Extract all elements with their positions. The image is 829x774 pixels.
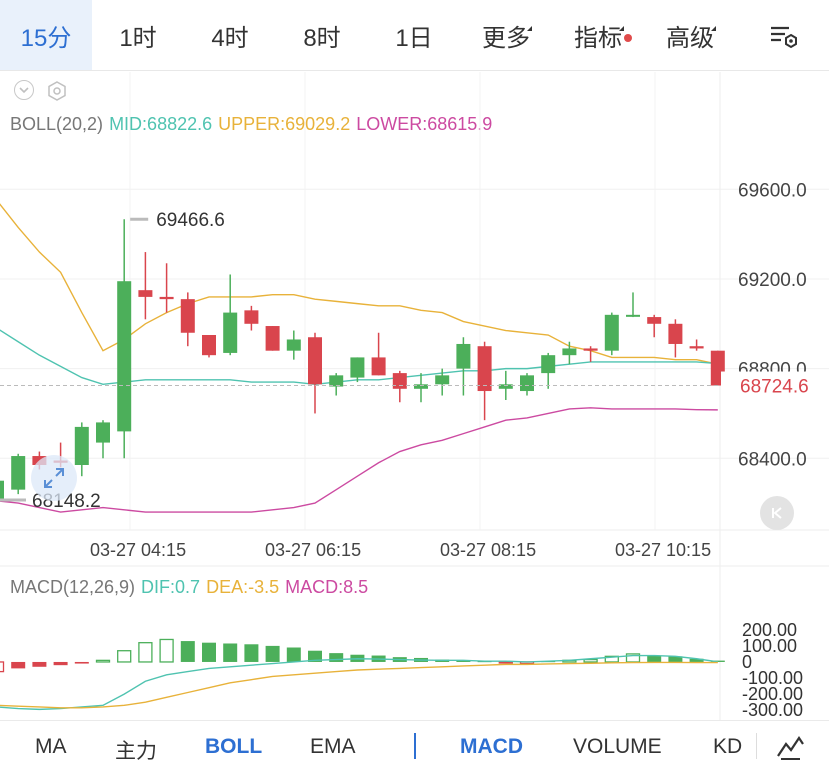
macd-histogram-bar [286, 647, 301, 662]
candle-body [477, 346, 492, 392]
candle-body [604, 314, 619, 351]
macd-tick-label: -300.00 [742, 700, 803, 720]
price-tick-label: 69200.0 [738, 270, 807, 291]
candle-body [350, 357, 365, 378]
macd-histogram-bar [117, 650, 132, 663]
macd-histogram-bar [498, 661, 513, 664]
macd-histogram-bar [159, 638, 174, 663]
candle-body [371, 357, 386, 376]
macd-histogram-bar [95, 659, 111, 663]
candle-body [541, 355, 556, 374]
time-tick-label: 03-27 04:15 [90, 540, 186, 560]
candle-body [329, 375, 344, 387]
tab-main-force[interactable]: 主力 [115, 735, 157, 765]
tab-divider [414, 733, 416, 759]
macd-histogram-bar [329, 653, 344, 662]
current-price-label: 68724.6 [740, 377, 809, 398]
candle-body [456, 343, 471, 369]
tab-volume[interactable]: VOLUME [573, 735, 662, 759]
candle-body [223, 312, 238, 353]
candle-body [159, 296, 174, 300]
tab-divider-right [756, 733, 757, 759]
candle-body [96, 422, 110, 443]
macd-histogram-bar [223, 643, 238, 662]
candle-body [286, 339, 301, 351]
dea-line [0, 661, 718, 709]
high-price-label: 69466.6 [156, 210, 225, 231]
candle-body [668, 323, 683, 344]
tab-ma[interactable]: MA [35, 735, 67, 759]
time-tick-label: 03-27 06:15 [265, 540, 361, 560]
candle-body [0, 480, 4, 501]
macd-histogram-bar [53, 661, 68, 666]
candle-body [202, 335, 216, 356]
macd-histogram-bar [180, 641, 195, 662]
macd-histogram-bar [74, 661, 89, 664]
rewind-icon [772, 507, 782, 519]
fullscreen-button[interactable] [31, 455, 77, 501]
dif-line [0, 654, 718, 711]
candle-body [308, 337, 322, 385]
candle-body [265, 326, 280, 351]
candle-body [435, 375, 450, 385]
candle-body [562, 348, 577, 356]
expand-icon [44, 468, 64, 488]
macd-histogram-bar [583, 658, 598, 663]
macd-histogram-bar [138, 642, 153, 663]
candle-body [414, 384, 428, 389]
candle-body [520, 375, 534, 392]
scroll-to-start-button[interactable] [760, 496, 794, 530]
kline-chart[interactable]: 69600.069200.068800.068400.068724.669466… [0, 0, 829, 720]
candle-body [11, 456, 26, 490]
time-tick-label: 03-27 10:15 [615, 540, 711, 560]
candle-body [74, 426, 89, 465]
macd-histogram-bar [32, 661, 47, 667]
candle-body [138, 290, 153, 297]
time-tick-label: 03-27 08:15 [440, 540, 536, 560]
candle-body [117, 281, 132, 432]
candle-body [689, 346, 704, 349]
tab-kd[interactable]: KD [713, 735, 742, 759]
chart-style-icon[interactable] [776, 733, 804, 767]
tab-ema[interactable]: EMA [310, 735, 356, 759]
candle-body [244, 310, 259, 324]
price-tick-label: 69600.0 [738, 180, 807, 201]
macd-histogram-bar [265, 645, 280, 662]
tab-boll[interactable]: BOLL [205, 735, 262, 759]
candle-body [498, 384, 513, 389]
candle-body [392, 373, 407, 389]
macd-histogram-bar [202, 642, 216, 662]
candle-body [626, 314, 640, 317]
macd-histogram-bar [0, 661, 5, 673]
tab-macd[interactable]: MACD [460, 735, 523, 759]
price-tick-label: 68400.0 [738, 449, 807, 470]
macd-histogram-bar [244, 644, 259, 662]
macd-histogram-bar [647, 655, 662, 662]
indicator-tabs: MA 主力 BOLL EMA MACD VOLUME KD [0, 720, 829, 774]
candle-body [647, 317, 662, 324]
candle-body [583, 348, 598, 351]
candle-body [180, 299, 195, 333]
macd-histogram-bar [11, 661, 26, 669]
